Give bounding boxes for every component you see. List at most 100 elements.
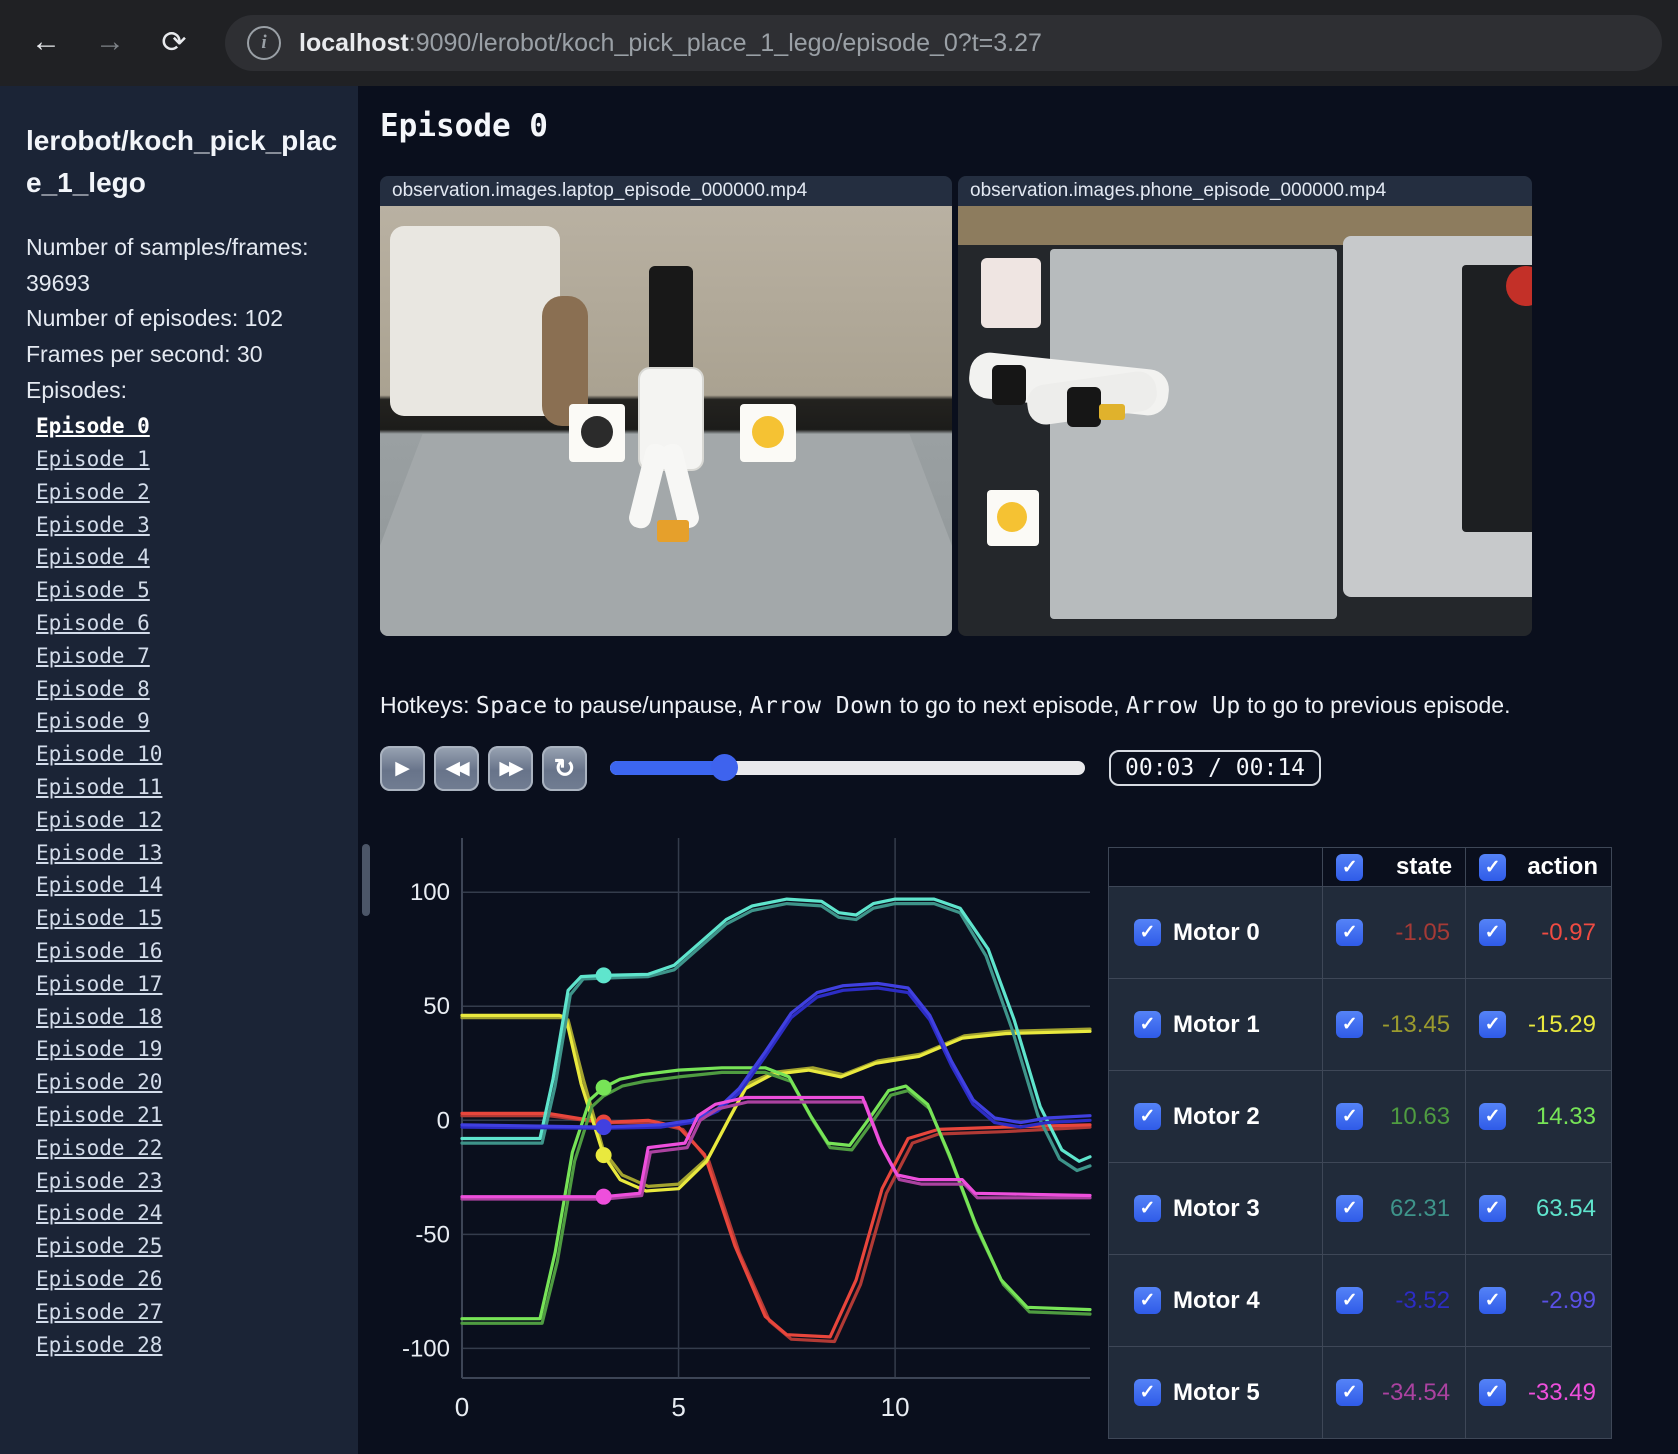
y-tick-100: 100	[410, 879, 450, 906]
address-bar[interactable]: i localhost:9090/lerobot/koch_pick_place…	[225, 15, 1662, 71]
episode-link-21[interactable]: Episode 21	[36, 1099, 358, 1132]
episode-link-19[interactable]: Episode 19	[36, 1033, 358, 1066]
seek-slider-fill	[610, 761, 724, 775]
action-cell-checkbox[interactable]: ✓	[1479, 919, 1507, 946]
state-cell-checkbox[interactable]: ✓	[1336, 1011, 1364, 1038]
motor-name-label: Motor 3	[1173, 1194, 1260, 1222]
episode-link-6[interactable]: Episode 6	[36, 607, 358, 640]
episode-link-17[interactable]: Episode 17	[36, 968, 358, 1001]
hotkeys-help: Hotkeys: Space to pause/unpause, Arrow D…	[380, 692, 1510, 719]
episode-link-26[interactable]: Episode 26	[36, 1263, 358, 1296]
episode-link-12[interactable]: Episode 12	[36, 804, 358, 837]
seek-slider[interactable]	[610, 754, 1085, 781]
dataset-title: lerobot/koch_pick_place_1_lego	[26, 125, 338, 198]
action-column-checkbox[interactable]: ✓	[1479, 853, 1507, 881]
action-cell-checkbox[interactable]: ✓	[1479, 1379, 1507, 1406]
state-cell-checkbox[interactable]: ✓	[1336, 1195, 1364, 1222]
episode-link-9[interactable]: Episode 9	[36, 705, 358, 738]
current-time-dot-motor-1-action	[595, 1147, 612, 1164]
state-value: -3.52	[1395, 1286, 1451, 1314]
video-title-phone: observation.images.phone_episode_000000.…	[958, 176, 1532, 206]
episode-link-10[interactable]: Episode 10	[36, 738, 358, 771]
motor-row-checkbox[interactable]: ✓	[1134, 1287, 1161, 1314]
hotkey-text: to go to next episode,	[893, 692, 1126, 718]
scrollbar-thumb[interactable]	[362, 844, 370, 916]
episode-link-13[interactable]: Episode 13	[36, 837, 358, 870]
motor-name-label: Motor 2	[1173, 1102, 1260, 1130]
current-time-dot-motor-5-action	[595, 1188, 612, 1205]
action-cell-checkbox[interactable]: ✓	[1479, 1195, 1507, 1222]
state-column-checkbox[interactable]: ✓	[1336, 853, 1364, 881]
motor-row-checkbox[interactable]: ✓	[1134, 1103, 1161, 1130]
episode-link-0[interactable]: Episode 0	[36, 410, 358, 443]
episode-link-5[interactable]: Episode 5	[36, 574, 358, 607]
episode-link-24[interactable]: Episode 24	[36, 1197, 358, 1230]
episode-link-18[interactable]: Episode 18	[36, 1001, 358, 1034]
episode-link-11[interactable]: Episode 11	[36, 771, 358, 804]
seek-slider-thumb[interactable]	[711, 754, 738, 781]
motor-row-checkbox[interactable]: ✓	[1134, 1011, 1161, 1038]
action-cell-checkbox[interactable]: ✓	[1479, 1287, 1507, 1314]
episode-link-28[interactable]: Episode 28	[36, 1329, 358, 1362]
table-row-motor-4: ✓ Motor 4 ✓ -3.52 ✓ -2.99	[1107, 1254, 1612, 1347]
site-info-icon[interactable]: i	[247, 26, 281, 60]
episode-link-7[interactable]: Episode 7	[36, 640, 358, 673]
action-header-label: action	[1527, 853, 1598, 880]
action-cell-checkbox[interactable]: ✓	[1479, 1011, 1507, 1038]
action-header-cell: ✓ action	[1465, 847, 1612, 887]
hotkey-key: Arrow Down	[749, 693, 894, 719]
motor-row-checkbox[interactable]: ✓	[1134, 919, 1161, 946]
loop-button[interactable]: ↻	[542, 745, 587, 791]
state-cell-checkbox[interactable]: ✓	[1336, 1103, 1364, 1130]
episode-link-8[interactable]: Episode 8	[36, 673, 358, 706]
episode-link-22[interactable]: Episode 22	[36, 1132, 358, 1165]
motor-name-label: Motor 5	[1173, 1378, 1260, 1406]
state-cell-checkbox[interactable]: ✓	[1336, 919, 1364, 946]
episode-list: Episode 0 Episode 1 Episode 2 Episode 3 Epis…	[36, 410, 358, 1361]
smiley-face-top	[996, 501, 1027, 532]
motor-row-checkbox[interactable]: ✓	[1134, 1379, 1161, 1406]
episode-link-25[interactable]: Episode 25	[36, 1230, 358, 1263]
url-text[interactable]: localhost:9090/lerobot/koch_pick_place_1…	[299, 29, 1042, 58]
rewind-button[interactable]: ◀◀	[434, 745, 479, 791]
episode-link-16[interactable]: Episode 16	[36, 935, 358, 968]
episode-link-3[interactable]: Episode 3	[36, 509, 358, 542]
state-value: 10.63	[1390, 1102, 1451, 1130]
back-icon[interactable]: ←	[24, 20, 68, 64]
hotkey-key: Space	[475, 693, 548, 719]
episode-link-27[interactable]: Episode 27	[36, 1296, 358, 1329]
episode-link-2[interactable]: Episode 2	[36, 476, 358, 509]
motor-trace-chart[interactable]: -100-500501000510Time: 3.27s	[380, 810, 1110, 1430]
video-frame-phone[interactable]	[958, 206, 1532, 636]
episode-link-15[interactable]: Episode 15	[36, 902, 358, 935]
action-value: -2.99	[1541, 1286, 1596, 1314]
state-cell-checkbox[interactable]: ✓	[1336, 1287, 1364, 1314]
x-tick-0: 0	[455, 1392, 469, 1422]
play-button[interactable]: ▶	[380, 745, 425, 791]
video-player-phone[interactable]: observation.images.phone_episode_000000.…	[958, 176, 1532, 636]
samples-count: Number of samples/frames: 39693	[26, 234, 309, 296]
action-value: -0.97	[1541, 918, 1596, 946]
episode-link-14[interactable]: Episode 14	[36, 869, 358, 902]
motor-name-label: Motor 1	[1173, 1010, 1260, 1038]
reload-icon[interactable]: ⟳	[152, 20, 196, 64]
motor-row-checkbox[interactable]: ✓	[1134, 1195, 1161, 1222]
video-player-laptop[interactable]: observation.images.laptop_episode_000000…	[380, 176, 952, 636]
fps-info: Frames per second: 30	[26, 340, 263, 367]
x-tick-10: 10	[881, 1392, 910, 1422]
forward-icon[interactable]: →	[88, 20, 132, 64]
person-figure	[390, 226, 588, 426]
action-value: -33.49	[1527, 1378, 1596, 1406]
video-frame-laptop[interactable]	[380, 206, 952, 636]
episode-link-20[interactable]: Episode 20	[36, 1066, 358, 1099]
episode-link-23[interactable]: Episode 23	[36, 1165, 358, 1198]
state-cell-checkbox[interactable]: ✓	[1336, 1379, 1364, 1406]
state-value: -13.45	[1382, 1010, 1451, 1038]
action-value: 63.54	[1535, 1194, 1596, 1222]
fast-forward-button[interactable]: ▶▶	[488, 745, 533, 791]
action-cell-checkbox[interactable]: ✓	[1479, 1103, 1507, 1130]
current-time-dot-motor-4-action	[595, 1119, 612, 1136]
episode-link-4[interactable]: Episode 4	[36, 541, 358, 574]
table-row-motor-0: ✓ Motor 0 ✓ -1.05 ✓ -0.97	[1107, 886, 1612, 979]
episode-link-1[interactable]: Episode 1	[36, 443, 358, 476]
